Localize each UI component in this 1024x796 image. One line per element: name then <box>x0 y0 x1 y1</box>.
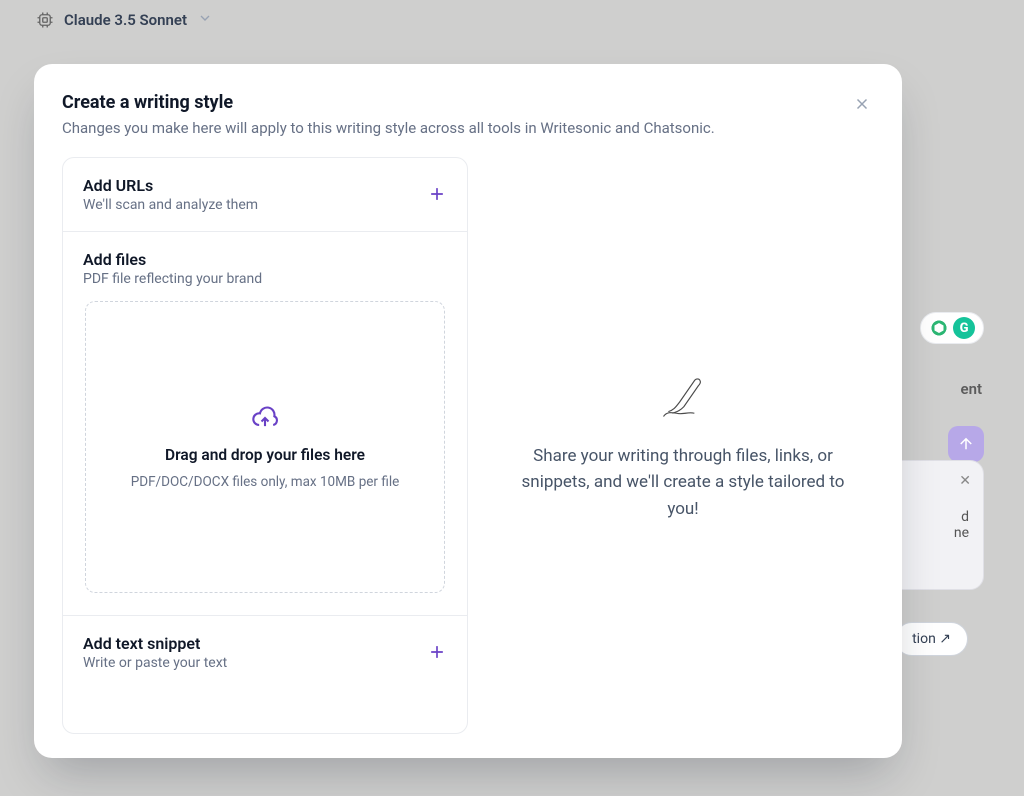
model-selector-label: Claude 3.5 Sonnet <box>64 11 187 29</box>
placeholder-text: Share your writing through files, links,… <box>513 443 853 522</box>
input-sources-panel: Add URLs We'll scan and analyze them Add… <box>62 157 468 734</box>
background-pill[interactable]: tion ↗ <box>895 622 968 656</box>
create-writing-style-modal: Create a writing style Changes you make … <box>34 64 902 758</box>
model-selector[interactable]: Claude 3.5 Sonnet <box>36 10 213 30</box>
pen-writing-icon <box>655 369 711 425</box>
send-button[interactable] <box>948 426 984 462</box>
modal-title: Create a writing style <box>62 92 874 113</box>
add-files-subtitle: PDF file reflecting your brand <box>83 271 447 287</box>
dropzone-title: Drag and drop your files here <box>165 446 365 464</box>
grammarly-icon: G <box>953 317 975 339</box>
add-text-title: Add text snippet <box>83 634 447 653</box>
bg-pill-label: tion ↗ <box>912 631 951 647</box>
extension-shield-icon <box>929 318 949 338</box>
close-icon[interactable]: ✕ <box>959 473 971 489</box>
add-files-title: Add files <box>83 250 447 269</box>
chip-icon <box>36 11 54 29</box>
modal-subtitle: Changes you make here will apply to this… <box>62 119 874 137</box>
add-urls-section: Add URLs We'll scan and analyze them <box>63 158 467 231</box>
add-text-subtitle: Write or paste your text <box>83 655 447 671</box>
dropzone-hint: PDF/DOC/DOCX files only, max 10MB per fi… <box>131 474 400 490</box>
cloud-upload-icon <box>251 404 279 436</box>
file-dropzone[interactable]: Drag and drop your files here PDF/DOC/DO… <box>85 301 445 593</box>
extension-icons-pill: G <box>920 312 984 344</box>
add-files-section: Add files PDF file reflecting your brand… <box>63 231 467 615</box>
modal-close-button[interactable] <box>848 90 876 118</box>
add-urls-subtitle: We'll scan and analyze them <box>83 197 447 213</box>
placeholder-panel: Share your writing through files, links,… <box>492 157 874 734</box>
add-urls-button[interactable] <box>423 180 451 208</box>
add-text-snippet-button[interactable] <box>423 638 451 666</box>
plus-icon <box>427 184 447 204</box>
chevron-down-icon <box>197 10 213 30</box>
plus-icon <box>427 642 447 662</box>
add-urls-title: Add URLs <box>83 176 447 195</box>
close-icon <box>853 95 871 113</box>
add-text-snippet-section: Add text snippet Write or paste your tex… <box>63 615 467 689</box>
